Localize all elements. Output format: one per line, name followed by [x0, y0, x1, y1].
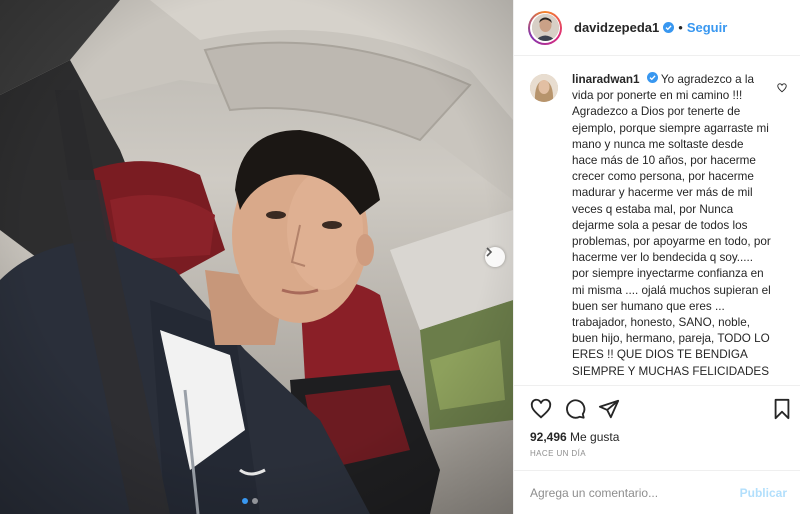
heart-icon[interactable] [530, 398, 552, 425]
bookmark-icon[interactable] [772, 398, 792, 425]
author-username[interactable]: davidzepeda1 [574, 20, 659, 35]
likes-count[interactable]: 92,496 Me gusta [530, 430, 619, 444]
follow-button[interactable]: Seguir [687, 20, 727, 35]
chevron-right-icon [486, 247, 493, 257]
comment-input[interactable] [530, 485, 730, 500]
add-comment-bar: Publicar [514, 470, 800, 514]
author-avatar[interactable] [528, 10, 562, 45]
commenter-avatar-image [530, 74, 558, 102]
post-header: davidzepeda1 • Seguir [514, 0, 800, 56]
carousel-indicator [242, 498, 258, 504]
comment-icon[interactable] [564, 398, 586, 425]
post-photo[interactable] [0, 0, 513, 514]
carousel-next-button[interactable] [485, 247, 505, 267]
likes-label: Me gusta [570, 430, 620, 444]
verified-badge-icon [663, 22, 675, 33]
publish-button[interactable]: Publicar [740, 486, 787, 500]
commenter-username[interactable]: linaradwan1 [572, 73, 640, 86]
selfie-image [0, 0, 513, 514]
comments-list[interactable]: linaradwan1 Yo agradezco a la vida por p… [514, 57, 800, 386]
heart-outline-icon[interactable] [777, 80, 787, 98]
post-side-panel: davidzepeda1 • Seguir linaradwan1 Yo agr… [513, 0, 800, 514]
share-icon[interactable] [598, 398, 620, 425]
action-bar [514, 387, 800, 431]
carousel-dot-active [242, 498, 248, 504]
comment-item: linaradwan1 Yo agradezco a la vida por p… [514, 57, 800, 380]
author-avatar-image [531, 14, 559, 41]
likes-number: 92,496 [530, 430, 567, 444]
header-separator: • [678, 20, 683, 35]
post-timestamp[interactable]: HACE UN DÍA [530, 449, 586, 458]
commenter-avatar[interactable] [530, 74, 558, 102]
carousel-dot [252, 498, 258, 504]
verified-badge-icon [646, 72, 658, 83]
comment-text: Yo agradezco a la vida por ponerte en mi… [572, 73, 771, 378]
